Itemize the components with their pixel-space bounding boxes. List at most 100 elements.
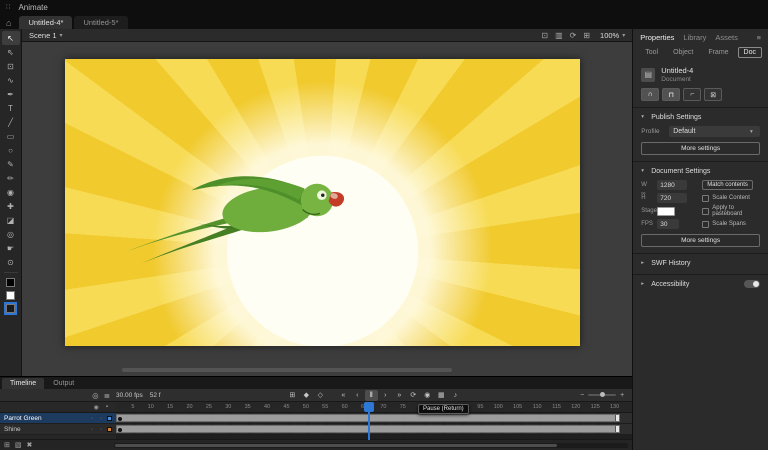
mute-button[interactable]: ♪	[449, 390, 462, 401]
width-field[interactable]: 1280	[657, 180, 687, 190]
panel-tab-properties[interactable]: Properties	[640, 33, 674, 42]
center-stage-icon[interactable]: ⊡	[541, 31, 548, 40]
step-back-button[interactable]: ‹	[351, 390, 364, 401]
zoom-select[interactable]: 100% ▾	[600, 31, 625, 40]
pause-button[interactable]: ‖	[365, 390, 378, 401]
document-tab[interactable]: Untitled-4*	[19, 16, 72, 29]
layer-lock-dot[interactable]: ·	[98, 415, 104, 422]
insert-frame-button[interactable]: ⊞	[286, 390, 299, 401]
rectangle-tool[interactable]: ▭	[2, 129, 20, 143]
subtab-frame[interactable]: Frame	[702, 47, 734, 58]
layer-lock-dot[interactable]: ·	[98, 426, 104, 433]
panel-tab-library[interactable]: Library	[683, 33, 706, 42]
frame-ruler[interactable]: 5101520253035404550556065707580859095100…	[116, 402, 632, 413]
layer-row[interactable]: Parrot Green··	[0, 413, 116, 424]
stage-artboard[interactable]	[65, 59, 580, 346]
panel-menu-icon[interactable]: ≡	[757, 33, 761, 42]
doc-quick-button-1[interactable]: ∩	[641, 88, 659, 101]
zoom-tool[interactable]: ⊙	[2, 255, 20, 269]
track-row[interactable]	[116, 413, 632, 424]
app-grid-icon[interactable]: ∷	[6, 3, 10, 11]
insert-blank-keyframe-button[interactable]: ◇	[314, 390, 327, 401]
swf-history-header[interactable]: ▸ SWF History	[641, 258, 760, 268]
panel-tab-assets[interactable]: Assets	[715, 33, 738, 42]
current-frame-display[interactable]: 52 f	[150, 392, 161, 399]
layer-panel-button[interactable]: ≣	[104, 391, 110, 400]
match-contents-button[interactable]: Match contents	[702, 180, 753, 190]
doc-lock-button[interactable]: ⊠	[704, 88, 722, 101]
subtab-doc[interactable]: Doc	[738, 47, 762, 58]
canvas-horizontal-scrollbar[interactable]	[122, 368, 452, 372]
apply-pasteboard-checkbox[interactable]	[702, 208, 709, 215]
text-tool[interactable]: T	[2, 101, 20, 115]
document-tab[interactable]: Untitled-5*	[74, 16, 127, 29]
new-layer-button[interactable]: ⊞	[4, 441, 10, 449]
subtab-tool[interactable]: Tool	[639, 47, 664, 58]
brush-tool[interactable]: ✏	[2, 171, 20, 185]
eyedropper-tool[interactable]: ✚	[2, 199, 20, 213]
layer-visibility-dot[interactable]: ·	[89, 415, 95, 422]
publish-more-settings-button[interactable]: More settings	[641, 142, 760, 155]
insert-keyframe-button[interactable]: ◆	[300, 390, 313, 401]
playhead-marker[interactable]	[364, 402, 374, 412]
publish-settings-header[interactable]: ▾ Publish Settings	[641, 112, 760, 122]
eraser-tool[interactable]: ◪	[2, 213, 20, 227]
profile-select[interactable]: Default ▾	[669, 126, 760, 137]
timeline-tab-output[interactable]: Output	[45, 378, 82, 389]
clip-content-icon[interactable]: ▥	[555, 31, 563, 40]
jump-to-start-button[interactable]: «	[337, 390, 350, 401]
onion-skin-button[interactable]: ◉	[421, 390, 434, 401]
fullscreen-icon[interactable]: ⊞	[583, 31, 590, 40]
home-icon[interactable]: ⌂	[6, 18, 11, 28]
pen-tool[interactable]: ✒	[2, 87, 20, 101]
eye-column-icon[interactable]: ◉	[94, 404, 99, 411]
hand-tool[interactable]: ☛	[2, 241, 20, 255]
document-settings-header[interactable]: ▾ Document Settings	[641, 166, 760, 176]
fill-color-swatch[interactable]	[6, 291, 15, 300]
timeline-scrollbar[interactable]	[114, 443, 628, 448]
fps-field[interactable]: 30	[657, 219, 679, 229]
line-tool[interactable]: ╱	[2, 115, 20, 129]
zoom-in-icon[interactable]: +	[620, 392, 624, 399]
subselection-tool[interactable]: ⇖	[2, 45, 20, 59]
selection-tool[interactable]: ↖	[2, 31, 20, 45]
track-row[interactable]	[116, 424, 632, 435]
jump-to-end-button[interactable]: »	[393, 390, 406, 401]
doc-quick-button-2[interactable]: ⊓	[662, 88, 680, 101]
layer-outline-color[interactable]	[107, 416, 112, 421]
camera-button[interactable]: ◎	[92, 391, 99, 400]
stroke-color-swatch[interactable]	[6, 278, 15, 287]
doc-quick-button-3[interactable]: ⌐	[683, 88, 701, 101]
camera-tool[interactable]: ◎	[2, 227, 20, 241]
lock-column-icon[interactable]: ▪	[106, 404, 108, 410]
height-field[interactable]: 720	[657, 193, 687, 203]
scale-content-checkbox[interactable]	[702, 195, 709, 202]
loop-button[interactable]: ⟳	[407, 390, 420, 401]
selected-color-swatch[interactable]	[6, 304, 15, 313]
layer-row[interactable]: Shine··	[0, 424, 116, 435]
layer-visibility-dot[interactable]: ·	[89, 426, 95, 433]
timeline-tab-timeline[interactable]: Timeline	[2, 378, 44, 389]
edit-multiple-frames-button[interactable]: ▦	[435, 390, 448, 401]
paint-bucket-tool[interactable]: ◉	[2, 185, 20, 199]
timeline-zoom-slider[interactable]	[588, 394, 616, 396]
canvas-pasteboard[interactable]	[22, 42, 632, 376]
document-more-settings-button[interactable]: More settings	[641, 234, 760, 247]
accessibility-header[interactable]: ▸ Accessibility	[641, 279, 760, 289]
layer-outline-color[interactable]	[107, 427, 112, 432]
timeline-scrollbar-thumb[interactable]	[115, 444, 557, 447]
scale-spans-checkbox[interactable]	[702, 221, 709, 228]
rotation-icon[interactable]: ⟳	[570, 31, 577, 40]
free-transform-tool[interactable]: ⊡	[2, 59, 20, 73]
new-folder-button[interactable]: ▧	[15, 441, 22, 449]
delete-layer-button[interactable]: ✖	[27, 441, 33, 449]
oval-tool[interactable]: ○	[2, 143, 20, 157]
scene-breadcrumb[interactable]: Scene 1	[29, 31, 57, 40]
fps-display[interactable]: 30.00 fps	[116, 392, 143, 399]
step-forward-button[interactable]: ›	[379, 390, 392, 401]
zoom-out-icon[interactable]: −	[580, 392, 584, 399]
subtab-object[interactable]: Object	[667, 47, 699, 58]
lasso-tool[interactable]: ∿	[2, 73, 20, 87]
link-dimensions-icon[interactable]: ∞	[641, 191, 645, 197]
pencil-tool[interactable]: ✎	[2, 157, 20, 171]
